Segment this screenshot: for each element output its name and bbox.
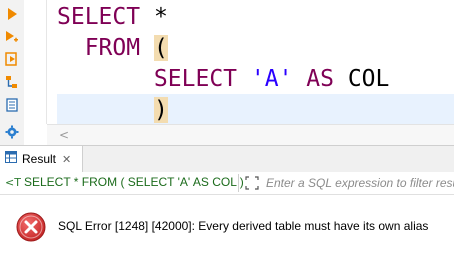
code-line-2[interactable]: FROM ( <box>57 32 168 64</box>
explain-plan-icon[interactable] <box>4 74 20 90</box>
code-token: COL <box>333 66 390 92</box>
error-icon <box>16 212 46 247</box>
code-token: ( <box>153 35 168 61</box>
code-line-1[interactable]: SELECT * <box>57 1 168 33</box>
code-token: AS <box>306 66 334 92</box>
expand-icon[interactable] <box>244 175 260 196</box>
filter-separator <box>238 174 239 192</box>
run-statement-icon[interactable] <box>4 6 20 22</box>
code-token: SELECT <box>57 66 238 92</box>
scroll-left-icon[interactable]: < <box>59 128 69 142</box>
code-token: 'A' <box>250 66 293 92</box>
active-query-text[interactable]: SELECT * FROM ( SELECT 'A' AS COL ) <box>24 175 244 189</box>
code-line-4[interactable]: ) <box>57 94 168 126</box>
code-token: ) <box>153 97 168 123</box>
code-token: FROM <box>57 35 141 61</box>
code-line-3[interactable]: SELECT 'A' AS COL <box>57 63 389 95</box>
editor-horizontal-scrollbar[interactable]: < <box>47 124 454 145</box>
load-script-icon[interactable] <box>4 97 20 113</box>
settings-icon[interactable] <box>4 124 20 140</box>
editor-side-toolbar <box>0 0 24 145</box>
sql-query-icon: <T <box>5 176 21 189</box>
tab-result[interactable]: Result ✕ <box>0 146 83 172</box>
run-script-icon[interactable] <box>4 29 20 45</box>
code-token: SELECT <box>57 4 141 30</box>
tab-result-label: Result <box>22 152 57 166</box>
filter-expression-input[interactable] <box>266 174 454 192</box>
execute-new-tab-icon[interactable] <box>4 51 20 67</box>
error-message: SQL Error [1248] [42000]: Every derived … <box>58 219 429 233</box>
table-grid-icon <box>5 150 17 168</box>
results-filter-bar: <T SELECT * FROM ( SELECT 'A' AS COL ) <box>0 172 454 195</box>
error-panel: SQL Error [1248] [42000]: Every derived … <box>0 195 454 260</box>
editor-gutter <box>24 0 46 124</box>
results-tab-bar: Result ✕ <box>0 145 454 173</box>
close-icon[interactable]: ✕ <box>62 153 71 166</box>
code-token: * <box>140 4 168 30</box>
gutter-divider <box>46 0 47 124</box>
